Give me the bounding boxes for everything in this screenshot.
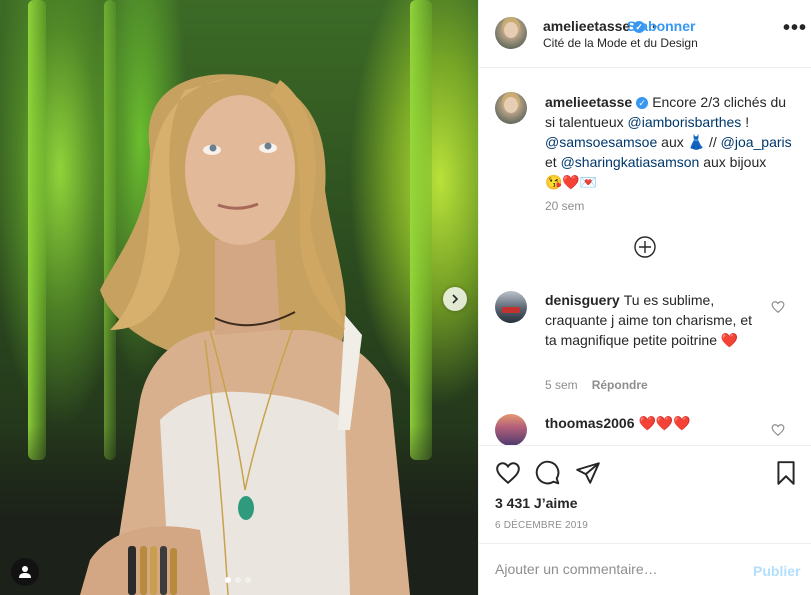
likes-count[interactable]: 3 431 J’aime [495,495,578,511]
caption-segment: aux bijoux [699,154,767,170]
chevron-right-icon [452,294,459,304]
carousel-dot [235,577,241,583]
post-photo[interactable] [0,0,478,595]
caption-emojis: 😘❤️💌 [545,174,598,190]
avatar[interactable] [495,414,527,445]
user-icon [19,566,31,578]
carousel-indicator [225,577,251,583]
load-more-comments-icon[interactable] [634,236,656,258]
tagged-users-button[interactable] [11,558,39,586]
avatar[interactable] [495,17,527,49]
heart-emojis: ❤️❤️❤️ [638,415,691,431]
comment-input[interactable] [495,561,735,577]
caption-timestamp[interactable]: 20 sem [545,199,584,213]
share-paper-plane-icon[interactable] [575,460,601,486]
comment-text: denisguery Tu es sublime, craquante j aim… [545,290,760,350]
like-comment-heart-icon[interactable] [771,300,785,314]
comment-bubble-icon[interactable] [535,460,561,486]
next-photo-button[interactable] [443,287,467,311]
caption-segment: // [705,134,721,150]
publish-button[interactable]: Publier [753,563,800,579]
caption-segment: et [545,154,561,170]
caption-segment: ! [741,114,750,130]
carousel-dot [225,577,231,583]
add-comment-bar: Publier [479,543,811,595]
post-details-panel: amelieetasse ✓ • S’abonner Cité de la Mod… [478,0,811,595]
mention-link[interactable]: @iamborisbarthes [628,114,742,130]
location-link[interactable]: Cité de la Mode et du Design [543,36,698,50]
heart-emoji: ❤️ [720,332,739,348]
avatar[interactable] [495,92,527,124]
mention-link[interactable]: @sharingkatiasamson [561,154,700,170]
comment-timestamp[interactable]: 5 sem [545,378,578,392]
follow-button[interactable]: S’abonner [627,18,695,34]
post-header: amelieetasse ✓ • S’abonner Cité de la Mod… [479,0,811,68]
carousel-dot [245,577,251,583]
comment-username[interactable]: denisguery [545,292,620,308]
comment-username[interactable]: thoomas2006 [545,415,634,431]
comment-text: thoomas2006 ❤️❤️❤️ [545,413,760,433]
mention-link[interactable]: @joa_paris [721,134,792,150]
caption-text: amelieetasse ✓ Encore 2/3 clichés du si ta… [545,92,795,192]
comments-list: amelieetasse ✓ Encore 2/3 clichés du si ta… [479,69,811,446]
avatar[interactable] [495,291,527,323]
reply-button[interactable]: Répondre [592,378,648,392]
like-heart-icon[interactable] [495,460,521,486]
comment-meta: 5 sem Répondre [545,378,648,392]
like-comment-heart-icon[interactable] [771,423,785,437]
verified-badge-icon: ✓ [636,97,649,109]
save-bookmark-icon[interactable] [773,460,799,486]
dress-emoji: 👗 [687,134,706,150]
woman-portrait [80,74,410,595]
post-date[interactable]: 6 DÉCEMBRE 2019 [495,520,588,531]
author-username-text[interactable]: amelieetasse [543,18,630,34]
caption-username[interactable]: amelieetasse [545,94,632,110]
caption-segment: aux [657,134,688,150]
mention-link[interactable]: @samsoesamsoe [545,134,657,150]
more-options-icon[interactable]: ••• [783,18,807,38]
